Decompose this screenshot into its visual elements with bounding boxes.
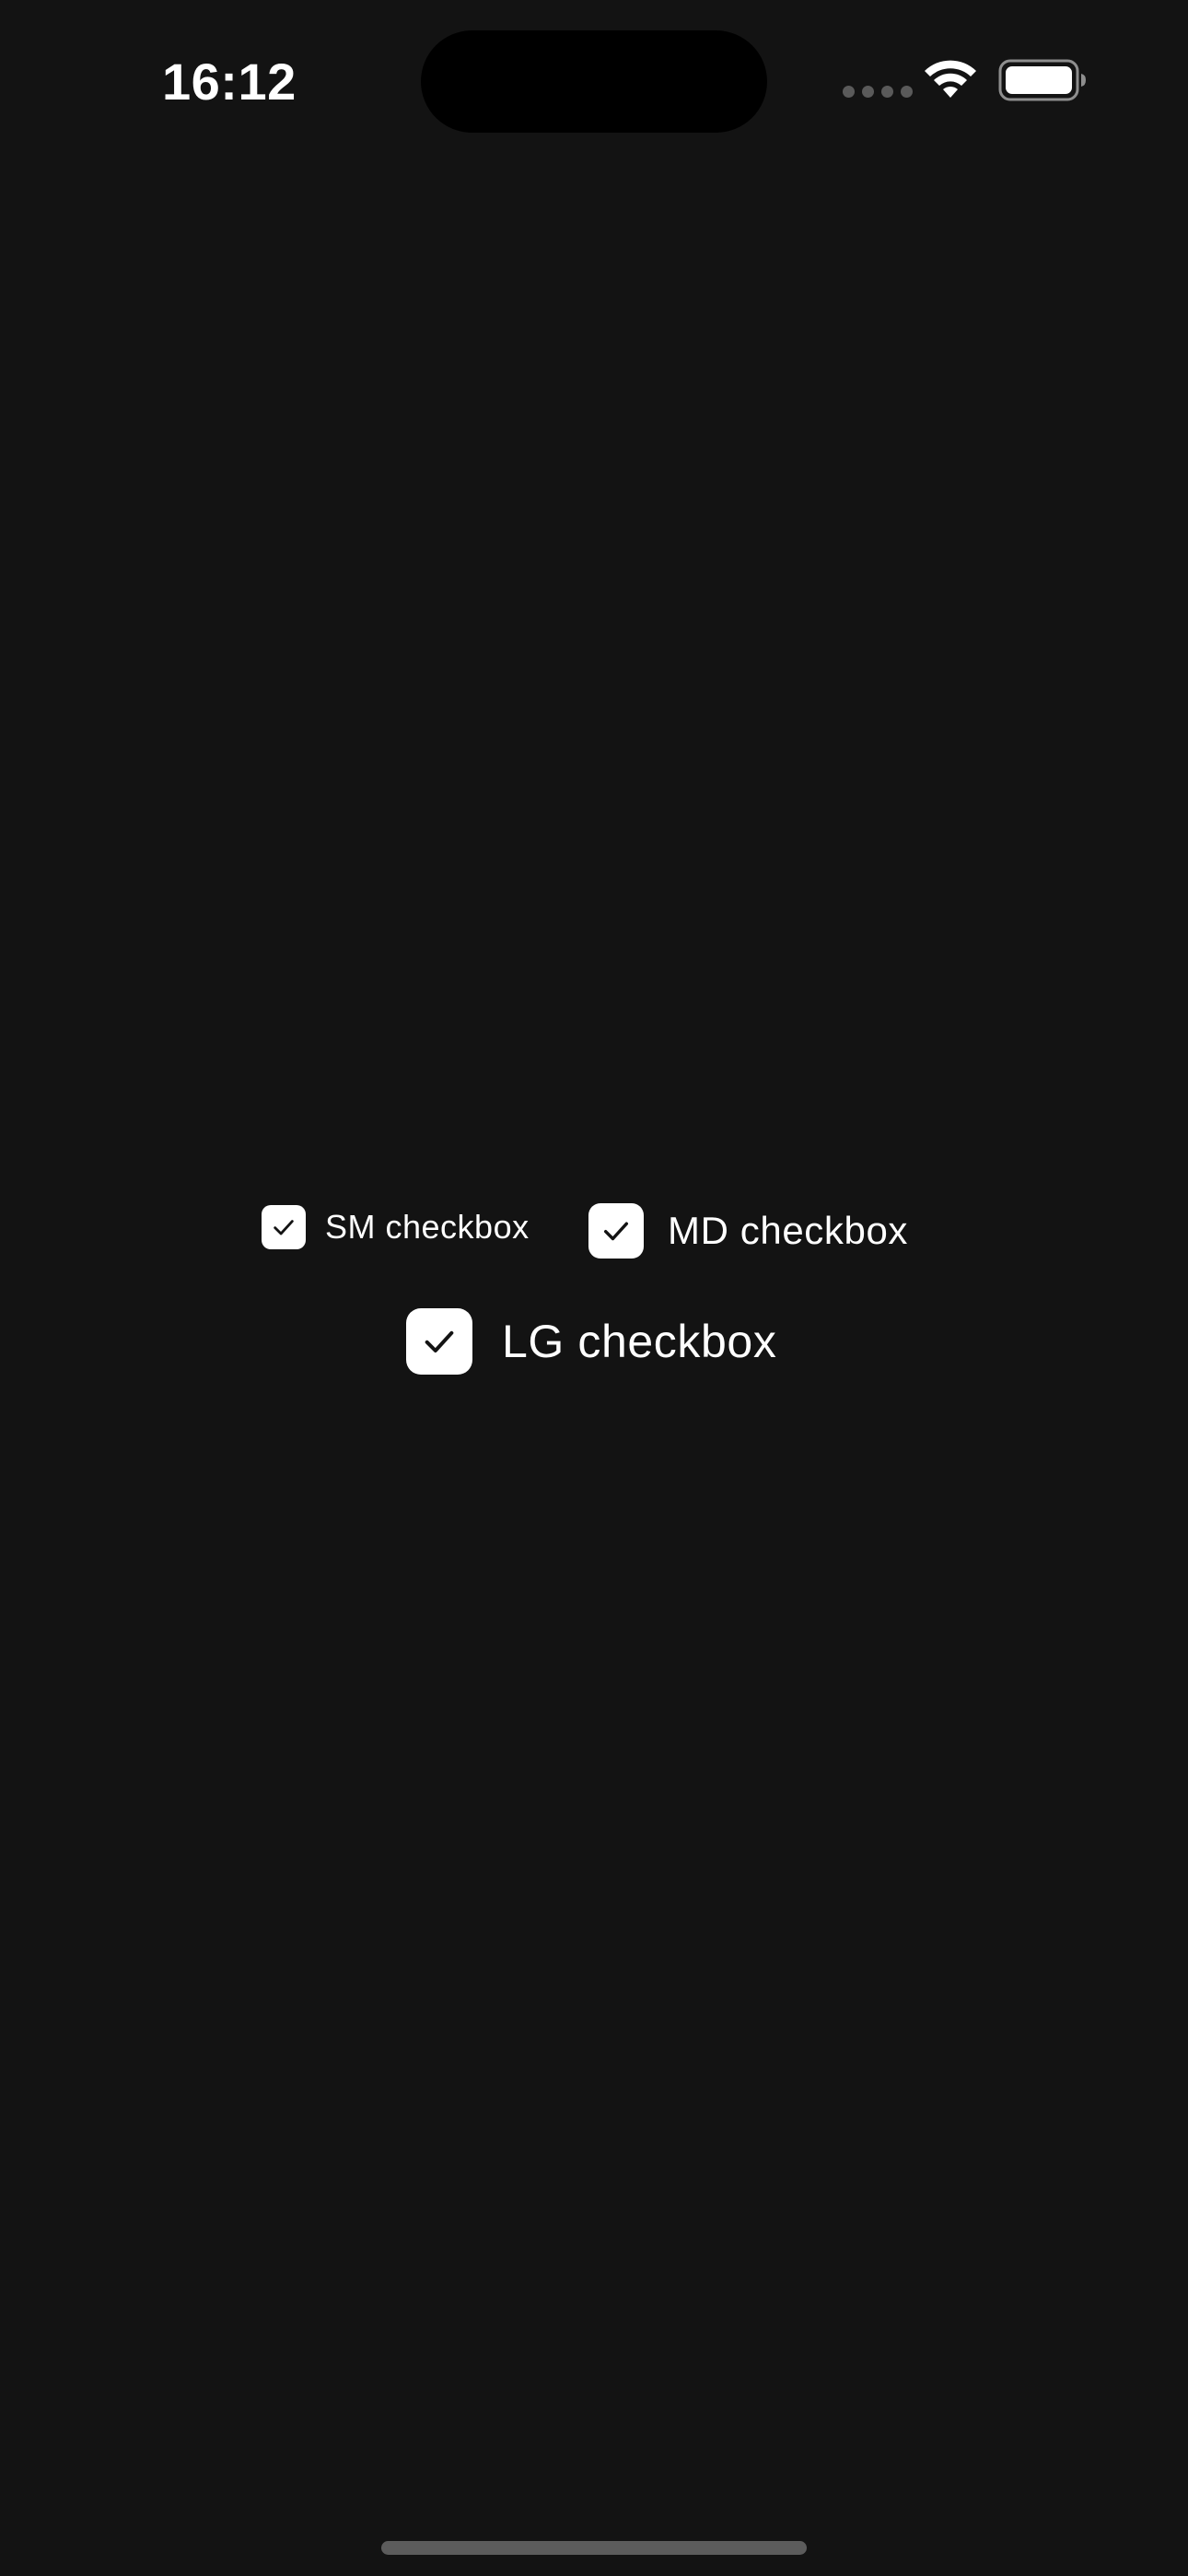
checkbox-md-box[interactable] <box>588 1203 644 1259</box>
checkbox-sm-label[interactable]: SM checkbox <box>325 1208 530 1247</box>
checkmark-icon <box>425 1330 454 1352</box>
status-time: 16:12 <box>162 53 297 111</box>
checkmark-icon <box>274 1220 294 1235</box>
battery-icon <box>998 59 1086 101</box>
dynamic-island <box>421 30 767 133</box>
wifi-icon <box>925 60 976 98</box>
signal-dots-icon <box>843 86 913 98</box>
checkmark-icon <box>603 1222 629 1241</box>
screen: 16:12 SM checkbox MD checkbox LG checkbo… <box>0 0 1188 2576</box>
checkbox-md-label[interactable]: MD checkbox <box>668 1209 908 1253</box>
checkbox-sm[interactable]: SM checkbox <box>262 1205 530 1249</box>
checkbox-lg-box[interactable] <box>406 1308 472 1375</box>
checkbox-lg-label[interactable]: LG checkbox <box>502 1315 776 1368</box>
checkbox-md[interactable]: MD checkbox <box>588 1203 908 1259</box>
checkbox-sm-box[interactable] <box>262 1205 306 1249</box>
checkbox-lg[interactable]: LG checkbox <box>406 1308 776 1375</box>
home-indicator[interactable] <box>381 2541 807 2555</box>
